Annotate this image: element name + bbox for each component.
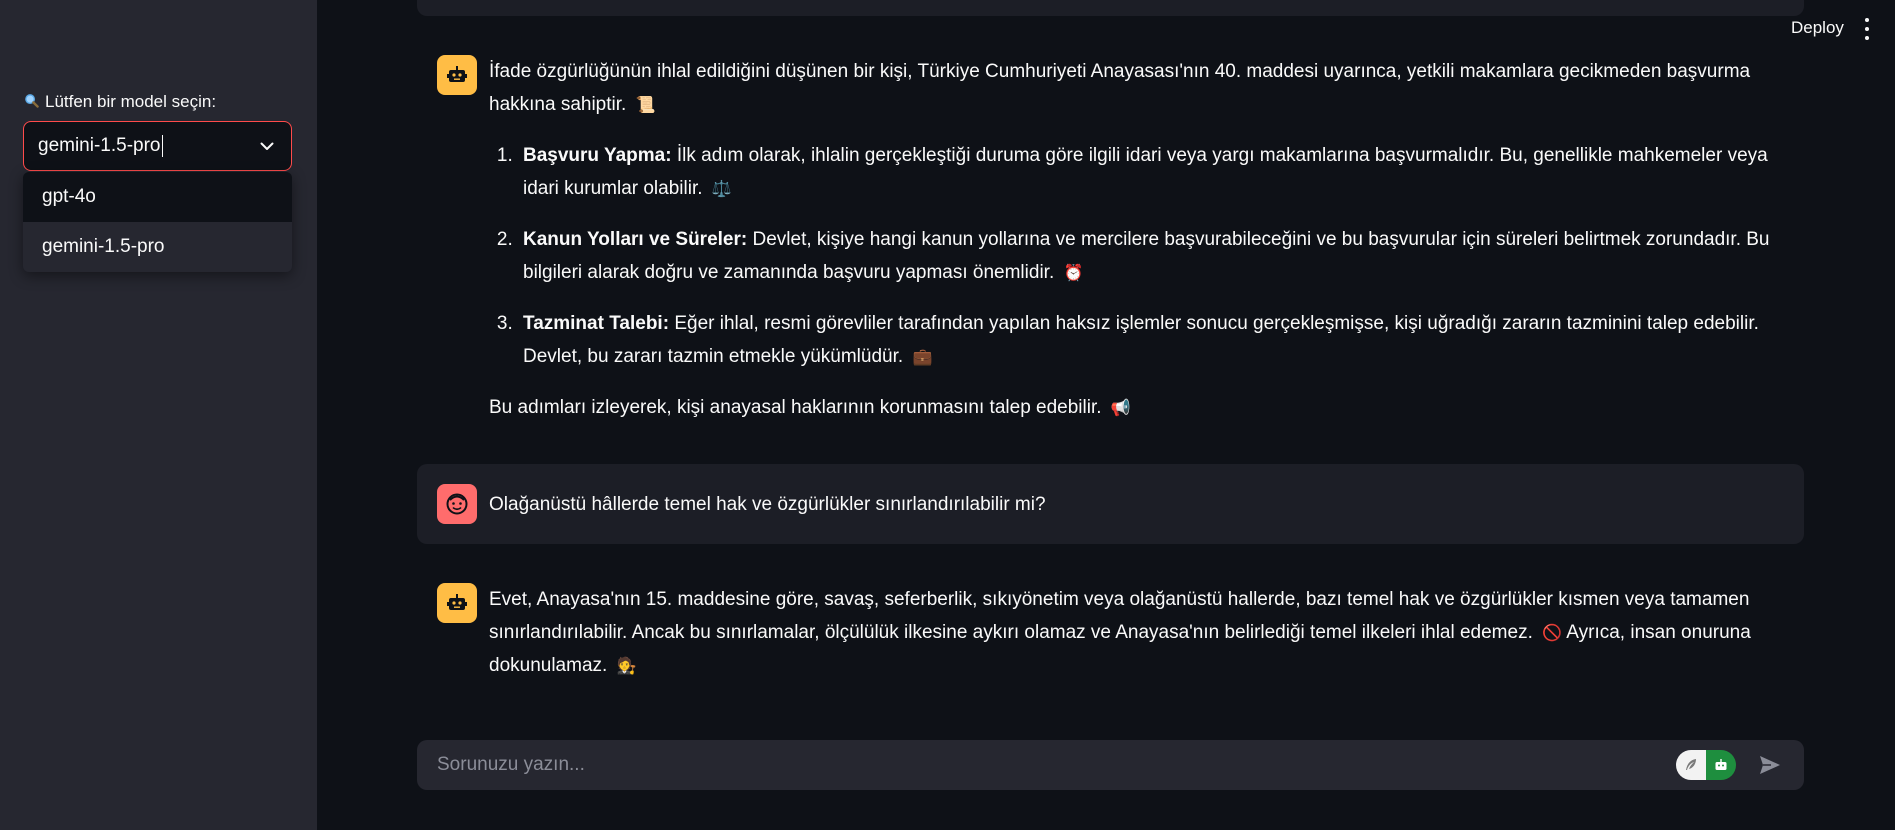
prohibited-emoji-icon: 🚫 [1542,623,1563,642]
feather-icon[interactable] [1676,750,1706,780]
send-icon[interactable] [1756,751,1784,779]
user-message-text: Olağanüstü hâllerde temel hak ve özgürlü… [489,493,1046,515]
model-select-value: gemini-1.5-pro [38,135,161,156]
alarm-clock-emoji-icon: ⏰ [1063,263,1084,282]
deploy-button[interactable]: Deploy [1791,18,1844,38]
scales-emoji-icon: ⚖️ [711,179,732,198]
text-cursor [161,134,163,157]
chat-input[interactable] [437,754,1676,776]
assistant-message-content: Evet, Anayasa'nın 15. maddesine göre, sa… [489,589,1751,676]
judge-emoji-icon: 🧑‍⚖️ [616,656,637,675]
model-select-label: Lütfen bir model seçin: [24,92,216,112]
steps-list: Başvuru Yapma: İlk adım olarak, ihlalin … [489,139,1788,373]
message-outro: Bu adımları izleyerek, kişi anayasal hak… [489,397,1102,418]
bot-avatar-icon [437,55,477,95]
previous-message-edge [417,0,1804,16]
model-dropdown-menu: gpt-4o gemini-1.5-pro [23,172,292,272]
assistant-message: İfade özgürlüğünün ihlal edildiğini düşü… [417,55,1804,424]
briefcase-emoji-icon: 💼 [912,347,933,366]
dropdown-option-gpt-4o[interactable]: gpt-4o [23,172,292,222]
chevron-down-icon[interactable] [257,136,277,156]
magnifier-icon [24,93,39,112]
bot-avatar-icon [437,583,477,623]
user-message: Olağanüstü hâllerde temel hak ve özgürlü… [417,464,1804,544]
dropdown-option-gemini-1-5-pro[interactable]: gemini-1.5-pro [23,222,292,272]
assistant-message-content: İfade özgürlüğünün ihlal edildiğini düşü… [489,55,1788,424]
user-avatar-icon [437,484,477,524]
robot-icon[interactable] [1706,750,1736,780]
megaphone-emoji-icon: 📢 [1110,398,1131,417]
chat-input-bar [417,740,1804,790]
model-select[interactable]: gemini-1.5-pro [23,121,292,171]
list-item: Başvuru Yapma: İlk adım olarak, ihlalin … [518,139,1788,205]
message-intro: İfade özgürlüğünün ihlal edildiğini düşü… [489,61,1751,115]
scroll-emoji-icon: 📜 [635,95,656,114]
assistant-message: Evet, Anayasa'nın 15. maddesine göre, sa… [417,583,1804,682]
vertical-dots-icon[interactable] [1861,18,1873,40]
list-item: Tazminat Talebi: Eğer ihlal, resmi görev… [518,307,1788,373]
list-item: Kanun Yolları ve Süreler: Devlet, kişiye… [518,223,1788,289]
model-label-text: Lütfen bir model seçin: [45,92,217,111]
sidebar: Lütfen bir model seçin: gemini-1.5-pro g… [0,0,317,830]
extension-widget[interactable] [1676,750,1736,780]
